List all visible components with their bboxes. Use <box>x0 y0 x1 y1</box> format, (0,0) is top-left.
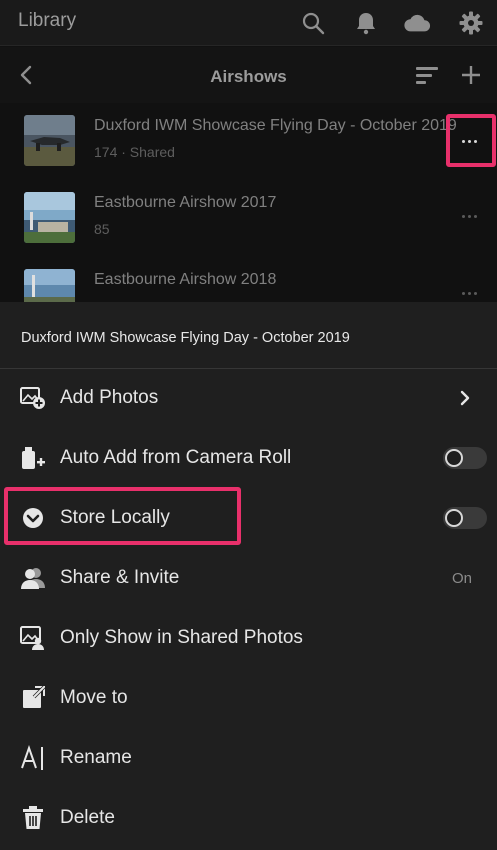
rename-icon <box>20 745 46 771</box>
add-photos-icon <box>20 385 46 411</box>
auto-add-icon <box>20 445 46 471</box>
album-meta: 85 <box>94 221 110 237</box>
menu-label: Add Photos <box>60 387 159 408</box>
bell-icon[interactable] <box>352 9 380 37</box>
add-icon[interactable] <box>459 63 483 87</box>
album-name: Duxford IWM Showcase Flying Day - Octobe… <box>94 117 457 134</box>
more-options-icon[interactable] <box>453 283 485 303</box>
album-thumbnail <box>24 115 75 166</box>
album-row[interactable]: Duxford IWM Showcase Flying Day - Octobe… <box>0 109 497 186</box>
shared-photos-icon <box>20 625 46 651</box>
gear-icon[interactable] <box>457 9 485 37</box>
menu-item-only-show-shared[interactable]: Only Show in Shared Photos <box>0 608 497 668</box>
auto-add-toggle[interactable] <box>443 447 487 469</box>
highlight-more-button <box>446 114 496 167</box>
highlight-store-locally <box>4 487 241 545</box>
menu-label: Move to <box>60 687 128 708</box>
store-locally-toggle[interactable] <box>443 507 487 529</box>
menu-label: Rename <box>60 747 132 768</box>
people-icon <box>20 565 46 591</box>
sort-icon[interactable] <box>415 63 439 87</box>
menu-label: Auto Add from Camera Roll <box>60 447 292 468</box>
chevron-right-icon <box>455 388 475 408</box>
trash-icon <box>20 805 46 831</box>
menu-label: Delete <box>60 807 115 828</box>
menu-item-add-photos[interactable]: Add Photos <box>0 368 497 428</box>
menu-label: Share & Invite <box>60 567 180 588</box>
cloud-icon[interactable] <box>403 9 431 37</box>
album-thumbnail <box>24 192 75 243</box>
album-meta: 174 · Shared <box>94 144 175 160</box>
sheet-title: Duxford IWM Showcase Flying Day - Octobe… <box>21 330 350 346</box>
album-header: Airshows <box>0 47 497 103</box>
menu-label: Only Show in Shared Photos <box>60 627 303 648</box>
share-status: On <box>452 570 473 587</box>
menu-item-delete[interactable]: Delete <box>0 788 497 848</box>
app-title: Library <box>18 10 77 31</box>
album-name: Eastbourne Airshow 2017 <box>94 194 277 211</box>
album-row[interactable]: Eastbourne Airshow 2017 85 <box>0 186 497 263</box>
menu-item-rename[interactable]: Rename <box>0 728 497 788</box>
search-icon[interactable] <box>299 9 327 37</box>
move-to-icon <box>20 685 46 711</box>
more-options-icon[interactable] <box>453 206 485 226</box>
album-name: Eastbourne Airshow 2018 <box>94 271 277 288</box>
app-bar: Library <box>0 0 497 46</box>
menu-item-auto-add[interactable]: Auto Add from Camera Roll <box>0 428 497 488</box>
menu-item-share-invite[interactable]: Share & Invite On <box>0 548 497 608</box>
menu-item-move-to[interactable]: Move to <box>0 668 497 728</box>
album-options-sheet: Duxford IWM Showcase Flying Day - Octobe… <box>0 302 497 850</box>
